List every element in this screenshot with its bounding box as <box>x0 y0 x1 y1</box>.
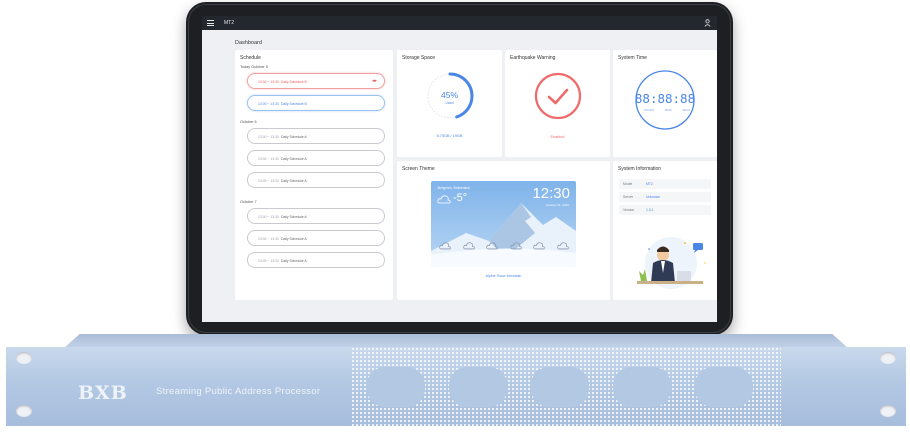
schedule-time: 13:00 ~ 13:30 <box>258 179 279 183</box>
playing-icon[interactable]: ◂▸ <box>372 78 377 84</box>
schedule-item[interactable]: 13:00 ~ 13:30 Daily Schedule A <box>247 230 385 246</box>
forecast-row <box>439 241 569 250</box>
info-value: Unknown <box>646 195 661 199</box>
app-title: MT2 <box>224 20 234 26</box>
forecast-cloud-icon <box>439 242 451 250</box>
system-info-card: System Information Model MT2 Server Unkn… <box>613 161 717 300</box>
menu-icon[interactable] <box>207 20 214 26</box>
schedule-item[interactable]: 13:00 ~ 13:30 Daily Schedule A <box>247 150 385 166</box>
speaker-grill <box>351 347 781 426</box>
tablet-device: MT2 Dashboard Schedule Today October 5 1… <box>186 2 733 335</box>
schedule-item[interactable]: 13:00 ~ 13:30 Daily Schedule B ◂▸ <box>247 73 385 89</box>
schedule-title: Schedule <box>240 55 261 61</box>
earthquake-status: Enabled <box>550 135 565 139</box>
schedule-day: October 6 <box>240 120 257 124</box>
weather-temperature: -5° <box>453 192 468 204</box>
info-key: Model <box>623 182 633 186</box>
schedule-name: Daily Schedule A <box>281 135 307 139</box>
info-row-model: Model MT2 <box>619 179 711 189</box>
clock-digits: 88:88:88 <box>634 91 696 106</box>
schedule-name: Daily Schedule B <box>281 80 307 84</box>
clock-mins-label: MINS <box>664 108 672 112</box>
forecast-cloud-icon <box>510 242 522 250</box>
info-key: Server <box>623 195 633 199</box>
product-name: Streaming Public Address Processor <box>156 386 321 397</box>
info-value: MT2 <box>646 182 653 186</box>
schedule-name: Daily Schedule A <box>281 237 307 241</box>
schedule-item[interactable]: 13:00 ~ 13:30 Daily Schedule A <box>247 172 385 188</box>
clock-hours-label: HOURS <box>644 108 655 112</box>
info-row-version: Version 1.0.1 <box>619 205 711 215</box>
page-title: Dashboard <box>235 40 262 46</box>
schedule-time: 13:00 ~ 13:30 <box>258 80 279 84</box>
rack-top-panel <box>64 334 848 348</box>
check-icon <box>534 72 582 120</box>
screen-theme-title: Screen Theme <box>402 166 435 172</box>
info-key: Version <box>623 208 635 212</box>
system-info-title: System Information <box>618 166 662 172</box>
forecast-cloud-icon <box>462 242 475 250</box>
forecast-cloud-icon <box>486 242 498 250</box>
system-time-card: System Time 88:88:88 HOURS MINS SECS <box>613 50 717 157</box>
top-app-bar: MT2 <box>202 16 717 30</box>
schedule-day: Today October 5 <box>240 65 268 69</box>
storage-detail: 8.75GB / 19GB <box>436 134 463 138</box>
weather-date: January 01, 2026 <box>545 203 569 207</box>
earthquake-title: Earthquake Warning <box>510 55 556 61</box>
clock-secs-label: SECS <box>682 108 690 112</box>
schedule-time: 13:00 ~ 13:30 <box>258 259 279 263</box>
schedule-item[interactable]: 13:00 ~ 13:30 Daily Schedule A <box>247 252 385 268</box>
mount-hole <box>16 352 32 364</box>
earthquake-card: Earthquake Warning Enabled <box>505 50 610 157</box>
schedule-name: Daily Schedule A <box>281 259 307 263</box>
screen-theme-card: Screen Theme Jiningmen, Switzerland -5° … <box>397 161 610 300</box>
schedule-time: 13:00 ~ 13:30 <box>258 157 279 161</box>
storage-used-label: Used <box>445 101 454 105</box>
schedule-name: Daily Schedule A <box>281 215 307 219</box>
mount-hole <box>16 405 32 417</box>
cloud-icon <box>437 195 451 204</box>
schedule-day: October 7 <box>240 200 257 204</box>
storage-percent: 45% <box>440 90 458 100</box>
schedule-name: Daily Schedule A <box>281 179 307 183</box>
schedule-card: Schedule Today October 5 13:00 ~ 13:30 D… <box>235 50 393 300</box>
info-row-server: Server Unknown <box>619 192 711 202</box>
system-time-title: System Time <box>618 55 647 61</box>
weather-location: Jiningmen, Switzerland <box>437 186 470 190</box>
weather-time: 12:30 <box>532 185 570 202</box>
schedule-item[interactable]: 13:00 ~ 13:30 Daily Schedule A <box>247 208 385 224</box>
info-value: 1.0.1 <box>646 208 654 212</box>
support-illustration <box>637 237 706 289</box>
schedule-item[interactable]: 13:00 ~ 13:30 Daily Schedule B <box>247 95 385 111</box>
schedule-name: Daily Schedule B <box>281 102 307 106</box>
schedule-time: 13:00 ~ 13:30 <box>258 135 279 139</box>
storage-card: Storage Space 45% Used 8.75GB / 19GB <box>397 50 502 157</box>
forecast-cloud-icon <box>533 242 546 250</box>
tablet-screen: MT2 Dashboard Schedule Today October 5 1… <box>202 16 717 322</box>
theme-caption[interactable]: Alpine Snow Mountain <box>397 274 610 278</box>
user-icon[interactable] <box>704 19 711 27</box>
theme-preview[interactable]: Jiningmen, Switzerland -5° 12:30 January… <box>431 181 576 267</box>
schedule-item[interactable]: 13:00 ~ 13:30 Daily Schedule A <box>247 128 385 144</box>
rack-processor: BXB Streaming Public Address Processor <box>6 334 906 426</box>
schedule-name: Daily Schedule A <box>281 157 307 161</box>
mount-hole <box>880 352 896 364</box>
schedule-time: 13:00 ~ 13:30 <box>258 215 279 219</box>
forecast-cloud-icon <box>557 242 569 250</box>
schedule-time: 13:00 ~ 13:30 <box>258 237 279 241</box>
brand-logo: BXB <box>78 382 128 404</box>
storage-title: Storage Space <box>402 55 436 61</box>
mount-hole <box>880 405 896 417</box>
schedule-time: 13:00 ~ 13:30 <box>258 102 279 106</box>
